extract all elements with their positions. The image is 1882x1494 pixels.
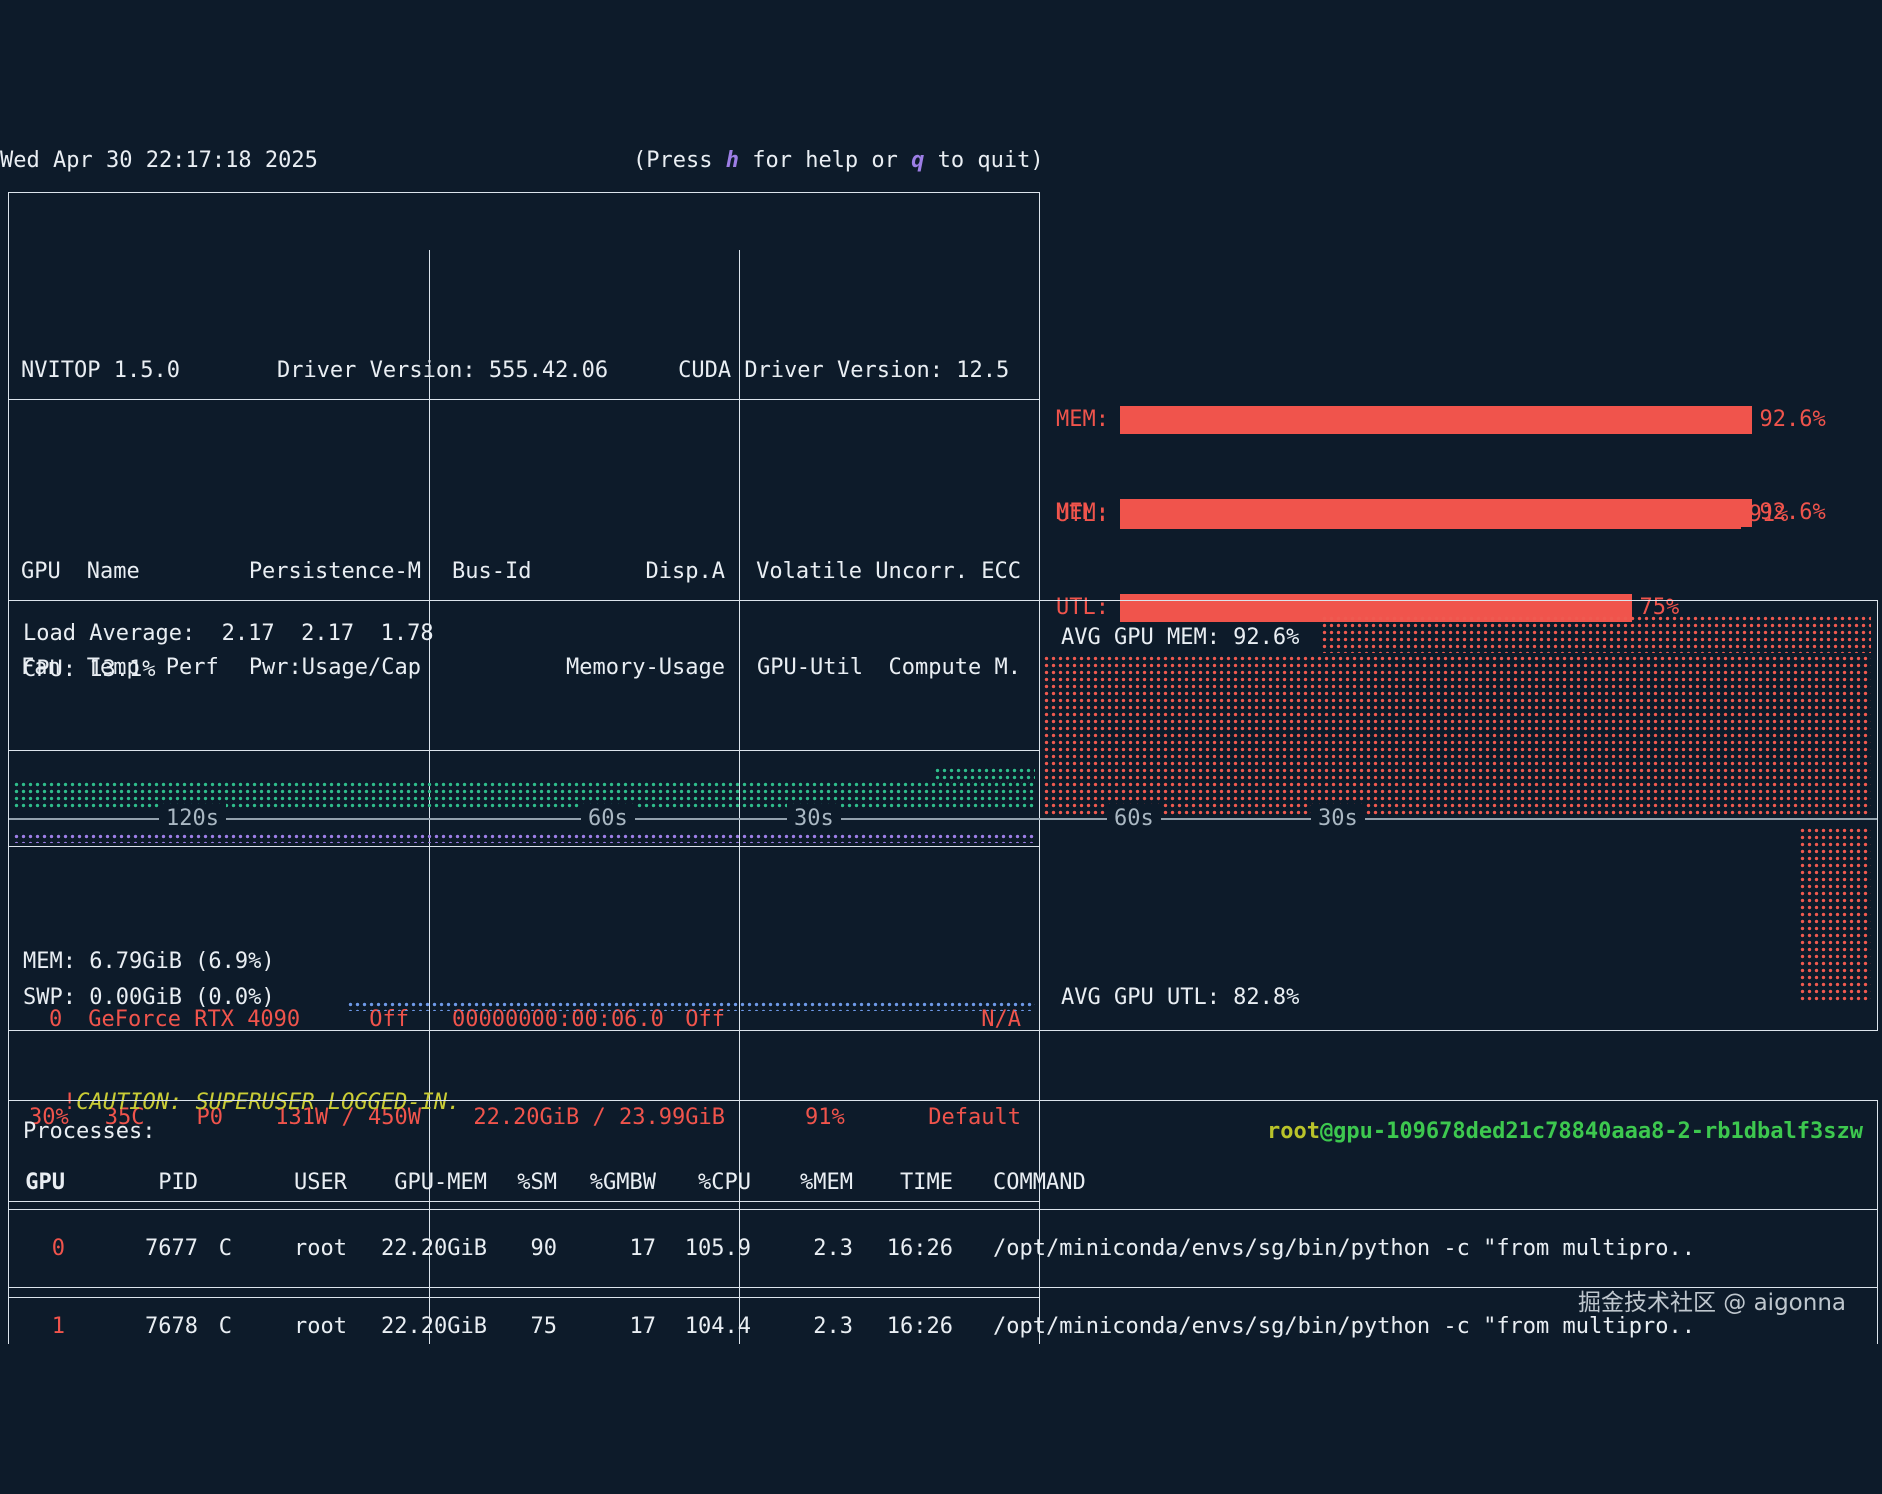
process-table-header: GPU PID USER GPU-MEM %SM %GMBW %CPU %MEM… xyxy=(9,1165,1877,1201)
swp-usage: SWP: 0.00GiB (0.0%) xyxy=(23,985,275,1010)
col-sm: %SM xyxy=(517,1170,557,1195)
axis-label-30s: 30s xyxy=(787,804,841,834)
hostname: @gpu-109678ded21c78840aaa8-2-rb1dbalf3sz… xyxy=(1319,1119,1863,1144)
cpu-usage: CPU: 13.1% xyxy=(23,657,156,682)
proc-sm: 90 xyxy=(530,1235,558,1261)
header-col-1: GPU Name Persistence-M xyxy=(9,557,429,587)
proc-command: /opt/miniconda/envs/sg/bin/python -c "fr… xyxy=(993,1235,1695,1261)
proc-type: C xyxy=(218,1313,232,1339)
proc-pid: 7678 xyxy=(145,1313,198,1339)
user-host: root@gpu-109678ded21c78840aaa8-2-rb1dbal… xyxy=(1267,1117,1863,1147)
proc-gpu: 0 xyxy=(51,1235,65,1261)
proc-time: 16:26 xyxy=(886,1235,953,1261)
col-cpu: %CPU xyxy=(698,1170,751,1195)
col-user: USER xyxy=(294,1170,347,1195)
proc-type: C xyxy=(218,1235,232,1261)
history-panel-divider xyxy=(1039,600,1040,1031)
proc-user: root xyxy=(294,1313,347,1339)
mem-usage: MEM: 6.79GiB (6.9%) xyxy=(23,949,275,974)
top-status-bar: Wed Apr 30 22:17:18 2025 (Press h for he… xyxy=(0,146,1882,180)
cuda-version: CUDA Driver Version: 12.5 xyxy=(678,358,1010,383)
gpu0-mem-bar-fill xyxy=(1120,406,1752,434)
header-col-2: Bus-Id Disp.A xyxy=(429,557,739,587)
proc-sm: 75 xyxy=(530,1313,558,1339)
help-text-post: to quit) xyxy=(924,148,1044,173)
axis-label-30s-right: 30s xyxy=(1311,804,1365,834)
proc-user: root xyxy=(294,1235,347,1261)
proc-gmbw: 17 xyxy=(629,1313,657,1339)
help-text-mid: for help or xyxy=(738,148,912,173)
col-bus-id: Bus-Id xyxy=(452,559,532,584)
proc-mem: 2.3 xyxy=(813,1313,853,1339)
cpu-history-graph-peak xyxy=(934,767,1035,783)
gpu1-mem-bar-fill xyxy=(1120,499,1752,527)
proc-cpu: 105.9 xyxy=(684,1235,751,1261)
gpu0-mem-bar-row: MEM: 92.6% xyxy=(1056,405,1868,435)
col-disp-a: Disp.A xyxy=(645,559,725,584)
col-gmbw: %GMBW xyxy=(589,1170,656,1195)
gpu1-mem-bar-value: 92.6% xyxy=(1759,500,1826,525)
load-average: Load Average: 2.17 2.17 1.78 xyxy=(23,621,434,646)
axis-label-120s: 120s xyxy=(159,804,226,834)
device-header-row-1: GPU Name Persistence-M Bus-Id Disp.A Vol… xyxy=(9,554,1039,590)
username: root xyxy=(1266,1119,1320,1144)
proc-gpu-mem: 22.20GiB xyxy=(381,1235,487,1261)
help-hint: (Press h for help or q to quit) xyxy=(633,146,1044,176)
driver-version: Driver Version: 555.42.06 xyxy=(276,358,609,383)
avg-gpu-mem: AVG GPU MEM: 92.6% xyxy=(1061,625,1300,650)
proc-cpu: 104.4 xyxy=(684,1313,751,1339)
clock-datetime: Wed Apr 30 22:17:18 2025 xyxy=(0,148,318,173)
gpu-mem-history-graph-top xyxy=(1321,615,1871,653)
proc-gpu: 1 xyxy=(51,1313,65,1339)
col-mem: %MEM xyxy=(800,1170,853,1195)
col-command: COMMAND xyxy=(993,1170,1086,1195)
history-panel: Load Average: 2.17 2.17 1.78 CPU: 13.1% … xyxy=(8,600,1878,1031)
col-time: TIME xyxy=(900,1170,953,1195)
axis-label-60s-right: 60s xyxy=(1107,804,1161,834)
mem-history-line xyxy=(13,833,1035,843)
header-col-3: Volatile Uncorr. ECC xyxy=(739,557,1039,587)
gpu1-mem-bar-row: MEM: 92.6% xyxy=(1056,498,1868,528)
gpu0-mem-bar-value: 92.6% xyxy=(1759,407,1826,432)
avg-gpu-utl: AVG GPU UTL: 82.8% xyxy=(1061,985,1300,1010)
gpu1-mem-bar: 92.6% xyxy=(1120,498,1826,528)
gpu0-mem-bar: 92.6% xyxy=(1120,405,1826,435)
col-gpu: GPU xyxy=(25,1170,65,1195)
nvitop-version: NVITOP 1.5.0 xyxy=(21,358,180,383)
device-panel-title-row: NVITOP 1.5.0 Driver Version: 555.42.06 C… xyxy=(9,343,1039,400)
process-row[interactable]: 0 7677 C root 22.20GiB 90 17 105.9 2.3 1… xyxy=(9,1209,1877,1287)
nvitop-terminal: Wed Apr 30 22:17:18 2025 (Press h for he… xyxy=(0,138,1882,1344)
col-gpu-mem: GPU-MEM xyxy=(394,1170,487,1195)
help-text-pre: (Press xyxy=(633,148,726,173)
col-gpu: GPU xyxy=(21,559,61,584)
swp-history-line xyxy=(347,1001,1035,1011)
mem-bar-label: MEM: xyxy=(1056,407,1109,432)
col-name: Name xyxy=(86,559,140,584)
gpu-mem-history-graph xyxy=(1043,655,1871,817)
proc-mem: 2.3 xyxy=(813,1235,853,1261)
proc-gmbw: 17 xyxy=(629,1235,657,1261)
time-axis xyxy=(9,818,1877,820)
proc-time: 16:26 xyxy=(886,1313,953,1339)
processes-title: Processes: xyxy=(23,1119,156,1144)
proc-gpu-mem: 22.20GiB xyxy=(381,1313,487,1339)
gpu-utl-history-graph xyxy=(1799,827,1871,1003)
watermark: 掘金技术社区 @ aigonna xyxy=(1577,1290,1846,1316)
help-key-h: h xyxy=(725,148,739,173)
proc-pid: 7677 xyxy=(145,1235,198,1261)
help-key-q: q xyxy=(911,148,925,173)
axis-label-60s: 60s xyxy=(581,804,635,834)
mem-bar-label: MEM: xyxy=(1056,500,1109,525)
col-persistence: Persistence-M xyxy=(248,559,421,584)
col-pid: PID xyxy=(158,1170,198,1195)
col-ecc: Volatile Uncorr. ECC xyxy=(756,559,1021,584)
